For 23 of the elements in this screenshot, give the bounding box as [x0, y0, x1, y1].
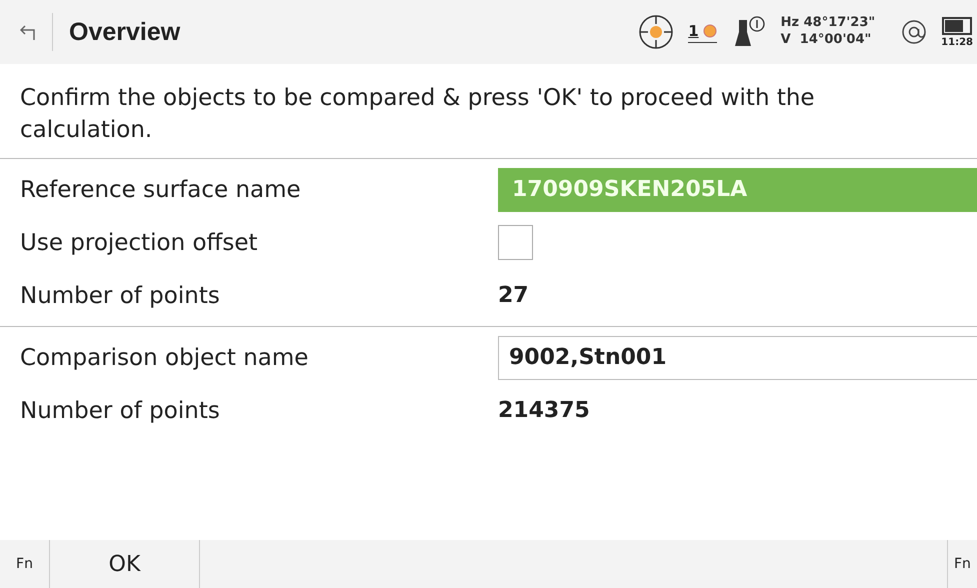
prism-indicator[interactable]: 1	[688, 22, 717, 42]
field-label: Comparison object name	[20, 344, 310, 371]
window-title: Overview	[69, 18, 180, 46]
battery-icon[interactable]	[942, 16, 972, 34]
prism-icon	[702, 24, 717, 38]
prism-count: 1	[688, 22, 699, 40]
value-text: 214375	[498, 398, 590, 424]
checkbox[interactable]	[498, 225, 533, 260]
target-icon[interactable]	[638, 14, 674, 50]
field-label: Number of points	[20, 398, 221, 424]
field-label: Reference surface name	[20, 176, 302, 203]
v-angle: V 14°00'04"	[780, 32, 872, 49]
field-label: Use projection offset	[20, 230, 259, 256]
at-icon[interactable]	[901, 19, 928, 45]
value-text: 27	[498, 283, 529, 308]
hz-angle: Hz 48°17'23"	[780, 15, 876, 32]
clock-time: 11:28	[941, 36, 973, 48]
fn-key[interactable]: Fn	[0, 540, 50, 588]
field-label: Number of points	[20, 282, 221, 309]
ok-button[interactable]: OK	[50, 540, 200, 588]
object-name-field[interactable]: 9002,Stn001	[498, 336, 977, 380]
instruction-text: Confirm the objects to be compared & press 'OK' to proceed with the calculation.	[20, 84, 816, 146]
fn-key[interactable]: Fn	[947, 540, 977, 588]
